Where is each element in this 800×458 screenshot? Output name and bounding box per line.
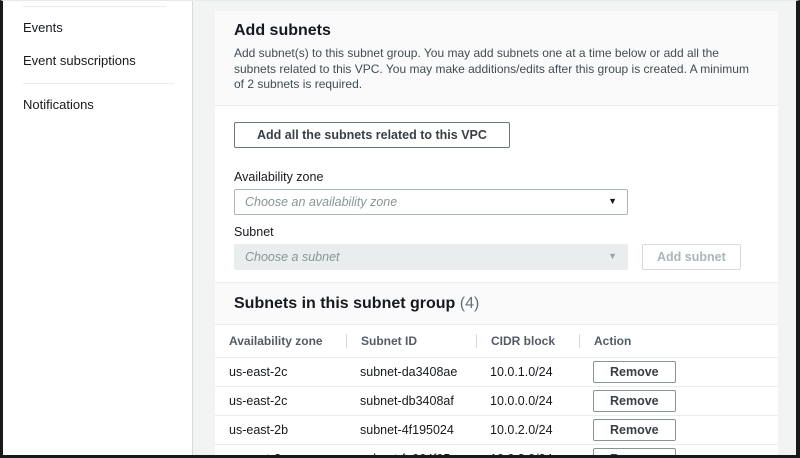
table-row: us-east-2c subnet-da3408ae 10.0.1.0/24 R… xyxy=(215,358,778,387)
page-title: Add subnets xyxy=(234,22,759,40)
column-header-availability-zone: Availability zone xyxy=(215,334,346,348)
column-header-cidr-block: CIDR block xyxy=(476,334,579,348)
subnet-label: Subnet xyxy=(234,225,759,239)
cell-subnet-id: subnet-fe064f95 xyxy=(346,452,476,455)
cell-action: Remove xyxy=(579,448,778,455)
remove-button[interactable]: Remove xyxy=(593,448,676,455)
cell-availability-zone: us-east-2c xyxy=(215,365,346,379)
subnet-row: Choose a subnet ▼ Add subnet xyxy=(234,244,759,270)
cell-availability-zone: us-east-2a xyxy=(215,452,346,455)
panel-header: Add subnets Add subnet(s) to this subnet… xyxy=(215,11,778,106)
subnet-group-title: Subnets in this subnet group xyxy=(234,295,455,312)
remove-button[interactable]: Remove xyxy=(593,390,676,412)
cell-subnet-id: subnet-da3408ae xyxy=(346,365,476,379)
table-body: us-east-2c subnet-da3408ae 10.0.1.0/24 R… xyxy=(215,358,778,455)
add-subnets-panel: Add subnets Add subnet(s) to this subnet… xyxy=(215,11,778,455)
sidebar-item-event-subscriptions[interactable]: Event subscriptions xyxy=(23,44,192,77)
chevron-down-icon: ▼ xyxy=(608,252,617,261)
cell-cidr-block: 10.0.0.0/24 xyxy=(476,394,579,408)
table-row: us-east-2b subnet-4f195024 10.0.2.0/24 R… xyxy=(215,416,778,445)
sidebar-divider xyxy=(23,6,166,7)
remove-button[interactable]: Remove xyxy=(593,361,676,383)
sidebar-item-events[interactable]: Events xyxy=(23,11,192,44)
cell-cidr-block: 10.0.1.0/24 xyxy=(476,365,579,379)
panel-description: Add subnet(s) to this subnet group. You … xyxy=(234,46,759,93)
cell-action: Remove xyxy=(579,361,778,383)
cell-cidr-block: 10.0.2.0/24 xyxy=(476,423,579,437)
subnet-group-section-header: Subnets in this subnet group (4) xyxy=(215,283,778,325)
cell-availability-zone: us-east-2c xyxy=(215,394,346,408)
table-row: us-east-2c subnet-db3408af 10.0.0.0/24 R… xyxy=(215,387,778,416)
table-row: us-east-2a subnet-fe064f95 10.0.3.0/24 R… xyxy=(215,445,778,455)
main-content: Add subnets Add subnet(s) to this subnet… xyxy=(193,1,796,455)
column-header-action: Action xyxy=(579,334,778,348)
app-window: Events Event subscriptions Notifications… xyxy=(0,0,800,458)
availability-zone-select[interactable]: Choose an availability zone ▼ xyxy=(234,189,628,215)
subnet-select[interactable]: Choose a subnet ▼ xyxy=(234,244,628,270)
availability-zone-label: Availability zone xyxy=(234,170,759,184)
cell-action: Remove xyxy=(579,419,778,441)
add-all-subnets-button[interactable]: Add all the subnets related to this VPC xyxy=(234,122,510,148)
table-header-row: Availability zone Subnet ID CIDR block A… xyxy=(215,325,778,358)
availability-zone-placeholder: Choose an availability zone xyxy=(245,195,397,209)
cell-cidr-block: 10.0.3.0/24 xyxy=(476,452,579,455)
cell-action: Remove xyxy=(579,390,778,412)
cell-availability-zone: us-east-2b xyxy=(215,423,346,437)
subnet-placeholder: Choose a subnet xyxy=(245,250,340,264)
cell-subnet-id: subnet-4f195024 xyxy=(346,423,476,437)
column-header-subnet-id: Subnet ID xyxy=(346,334,476,348)
subnet-form-section: Add all the subnets related to this VPC … xyxy=(215,106,778,283)
remove-button[interactable]: Remove xyxy=(593,419,676,441)
sidebar: Events Event subscriptions Notifications xyxy=(3,1,193,455)
chevron-down-icon: ▼ xyxy=(608,197,617,206)
subnet-count-badge: (4) xyxy=(460,295,480,312)
sidebar-item-notifications[interactable]: Notifications xyxy=(23,88,192,121)
add-subnet-button[interactable]: Add subnet xyxy=(642,244,741,270)
sidebar-divider xyxy=(23,83,174,84)
cell-subnet-id: subnet-db3408af xyxy=(346,394,476,408)
